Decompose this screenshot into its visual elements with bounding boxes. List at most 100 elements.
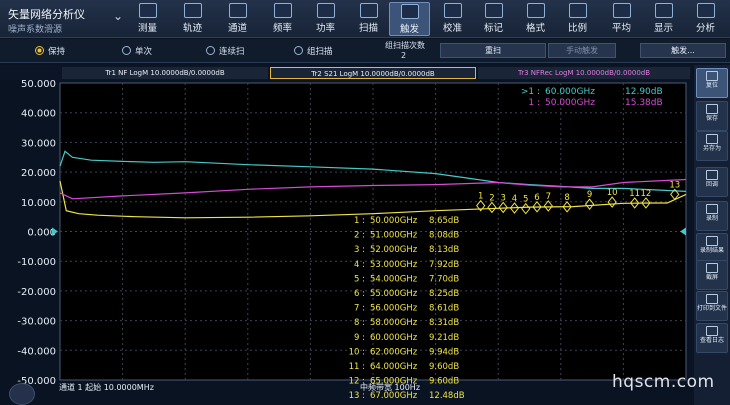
group-radio[interactable]: 组扫描 bbox=[294, 45, 333, 57]
marker-label: 9 bbox=[587, 190, 592, 200]
marker-label: 1 bbox=[478, 192, 483, 202]
trace3-label[interactable]: Tr3 NFRec LogM 10.0000dB/0.0000dB bbox=[478, 67, 690, 79]
sidebar-reset-button[interactable]: 复位 bbox=[696, 68, 728, 98]
menu-marker-button[interactable]: 标记 bbox=[473, 2, 514, 36]
sidebar-recall-button[interactable]: 回调 bbox=[696, 167, 728, 197]
collapse-chevron-icon[interactable]: ⌄ bbox=[113, 9, 123, 23]
menu-calibrate-button[interactable]: 校准 bbox=[432, 2, 473, 36]
marker-readout-id: 7 : bbox=[354, 304, 365, 314]
top-marker-value: 12.90dB bbox=[625, 87, 663, 97]
measure-icon bbox=[138, 3, 157, 18]
menu-power-button[interactable]: 功率 bbox=[305, 2, 346, 36]
marker-icon bbox=[484, 3, 503, 18]
marker-readout-freq: 52.000GHz bbox=[370, 245, 418, 255]
trace1-label[interactable]: Tr1 NF LogM 10.0000dB/0.0000dB bbox=[62, 67, 268, 79]
y-tick-label: 40.000 bbox=[21, 109, 56, 120]
marker-label: 7 bbox=[546, 192, 551, 202]
marker-readout-freq: 51.000GHz bbox=[370, 231, 418, 241]
marker-readout-value: 8.08dB bbox=[429, 231, 459, 241]
marker-label: 4 bbox=[512, 194, 517, 204]
hold-radio[interactable]: 保持 bbox=[35, 45, 65, 57]
menu-sweep-button[interactable]: 扫描 bbox=[348, 2, 389, 36]
marker-label: 3 bbox=[500, 193, 505, 203]
trace-icon bbox=[183, 3, 202, 18]
menu-average-button[interactable]: 平均 bbox=[601, 2, 642, 36]
trace2-label[interactable]: Tr2 S21 LogM 10.0000dB/0.0000dB bbox=[270, 67, 476, 79]
marker-readout-id: 1 : bbox=[354, 216, 365, 226]
marker-label: 10 bbox=[607, 188, 618, 198]
analysis-icon bbox=[696, 3, 715, 18]
trigger-more-button[interactable]: 触发... bbox=[640, 43, 726, 58]
save-as-icon bbox=[706, 134, 718, 144]
marker-readout-freq: 50.000GHz bbox=[370, 216, 418, 226]
menu-format-button[interactable]: 格式 bbox=[515, 2, 556, 36]
y-tick-label: -10.000 bbox=[17, 257, 56, 268]
sidebar-save-button[interactable]: 保存 bbox=[696, 101, 728, 131]
y-tick-label: -40.000 bbox=[17, 346, 56, 357]
marker-label: 2 bbox=[489, 193, 494, 203]
sidebar-print-button[interactable]: 打印到文件 bbox=[696, 291, 728, 321]
frequency-icon bbox=[273, 3, 292, 18]
menu-label: 触发 bbox=[399, 24, 419, 35]
record-icon bbox=[706, 204, 718, 214]
single-radio[interactable]: 单次 bbox=[122, 45, 152, 57]
y-tick-label: 10.000 bbox=[21, 198, 56, 209]
top-marker-freq: 60.000GHz bbox=[545, 87, 595, 97]
marker-readout-id: 2 : bbox=[354, 231, 365, 241]
marker-readout-freq: 55.000GHz bbox=[370, 289, 418, 299]
menu-label: 测量 bbox=[137, 23, 157, 34]
y-tick-label: 30.000 bbox=[21, 138, 56, 149]
menu-label: 平均 bbox=[611, 23, 631, 34]
sidebar-log-button[interactable]: 查看日志 bbox=[696, 323, 728, 353]
right-sidebar: 复位保存另存为回调录制 录制结果截屏打印到文件查看日志 bbox=[694, 65, 730, 405]
menu-channel-button[interactable]: 通道 bbox=[217, 2, 258, 36]
menu-frequency-button[interactable]: 频率 bbox=[262, 2, 303, 36]
menu-display-button[interactable]: 显示 bbox=[643, 2, 684, 36]
display-icon bbox=[654, 3, 673, 18]
continuous-radio[interactable]: 连续扫 bbox=[206, 45, 245, 57]
watermark: hqscm.com bbox=[612, 372, 715, 392]
menu-label: 格式 bbox=[525, 23, 545, 34]
marker-readout-id: 11 : bbox=[349, 362, 365, 372]
y-tick-label: -30.000 bbox=[17, 317, 56, 328]
average-icon bbox=[612, 3, 631, 18]
trace-status-bar: Tr1 NF LogM 10.0000dB/0.0000dB Tr2 S21 L… bbox=[0, 65, 692, 80]
y-tick-label: 20.000 bbox=[21, 168, 56, 179]
menu-scale-button[interactable]: 比例 bbox=[557, 2, 598, 36]
menu-measure-button[interactable]: 测量 bbox=[127, 2, 168, 36]
marker-readout-id: 3 : bbox=[354, 245, 365, 255]
menu-trace-button[interactable]: 轨迹 bbox=[172, 2, 213, 36]
sidebar-screenshot-button[interactable]: 截屏 bbox=[696, 260, 728, 290]
menu-analysis-button[interactable]: 分析 bbox=[685, 2, 726, 36]
menu-label: 标记 bbox=[483, 23, 503, 34]
sidebar-label: 查看日志 bbox=[699, 337, 724, 344]
manual-trigger-button[interactable]: 手动触发 bbox=[548, 43, 616, 58]
top-menu-bar: 矢量网络分析仪 噪声系数滑源 ⌄ 测量 轨迹 通道 频率 功率 扫描 触发 校准 标记 格式 比例 平… bbox=[0, 0, 730, 38]
sidebar-save-as-button[interactable]: 另存为 bbox=[696, 131, 728, 161]
ifbw-status: 中频带宽 100Hz bbox=[360, 383, 421, 392]
marker-readout-value: 8.25dB bbox=[429, 289, 459, 299]
marker-label: 5 bbox=[523, 195, 528, 205]
trace-plot: 50.000 40.000 30.000 20.000 10.000 0.000 -10.0… bbox=[17, 79, 687, 401]
marker-label: 11 bbox=[629, 189, 640, 199]
marker-readout-freq: 58.000GHz bbox=[370, 318, 418, 328]
group-count-value[interactable]: 2 bbox=[401, 51, 406, 60]
restart-button[interactable]: 重扫 bbox=[440, 43, 546, 58]
menu-label: 频率 bbox=[272, 23, 292, 34]
format-icon bbox=[526, 3, 545, 18]
menu-label: 轨迹 bbox=[182, 23, 202, 34]
sidebar-label: 复位 bbox=[705, 82, 718, 89]
sidebar-record-result-button[interactable]: 录制结果 bbox=[696, 233, 728, 263]
menu-label: 通道 bbox=[227, 23, 247, 34]
group-count-label: 组扫描次数 bbox=[385, 41, 425, 50]
menu-trigger-button[interactable]: 触发 bbox=[389, 2, 430, 36]
sidebar-label: 截屏 bbox=[705, 274, 718, 281]
sidebar-record-button[interactable]: 录制 bbox=[696, 201, 728, 231]
marker-label: 12 bbox=[641, 189, 652, 199]
sweep-icon bbox=[359, 3, 378, 18]
marker-readout-value: 9.60dB bbox=[429, 377, 459, 387]
sidebar-label: 另存为 bbox=[702, 145, 721, 152]
marker-readout-value: 8.31dB bbox=[429, 318, 459, 328]
reset-icon bbox=[706, 71, 718, 81]
y-tick-label: 50.000 bbox=[21, 80, 56, 90]
